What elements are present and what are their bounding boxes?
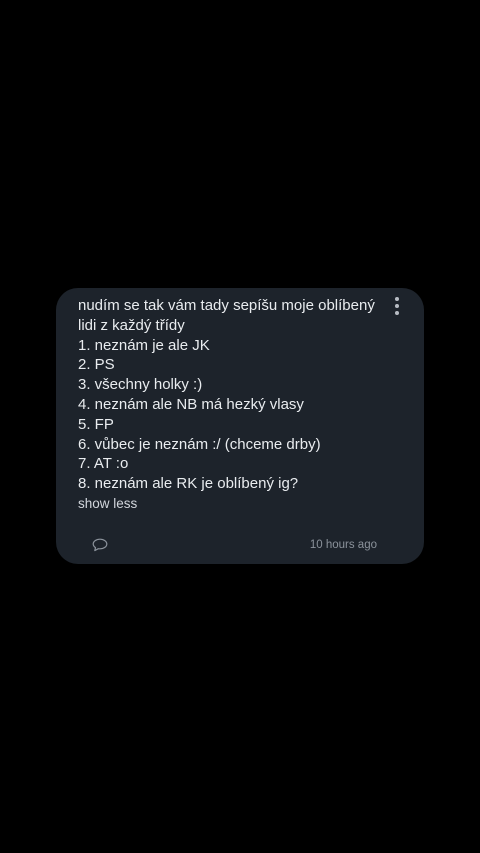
timestamp: 10 hours ago: [309, 539, 377, 551]
list-item: 6. vůbec je neznám :/ (chceme drby): [78, 435, 321, 453]
list-item: 8. neznám ale RK je oblíbený ig?: [78, 475, 299, 493]
menu-dot: [395, 297, 399, 301]
list-item: 2. PS: [78, 356, 115, 374]
list-item: 5. FP: [78, 415, 114, 433]
more-options-icon[interactable]: [390, 297, 404, 319]
list-item: 3. všechny holky :): [78, 376, 203, 394]
post-text: nudím se tak vám tady sepíšu moje oblíbe…: [78, 296, 388, 494]
menu-dot: [395, 311, 399, 315]
comment-icon[interactable]: [92, 538, 108, 552]
list-item: 7. AT :o: [78, 455, 129, 473]
screen: { "post": { "intro": "nudím se tak vám t…: [0, 0, 480, 853]
menu-dot: [395, 304, 399, 308]
show-less-link[interactable]: show less: [78, 496, 137, 511]
list-item: 4. neznám ale NB má hezký vlasy: [78, 395, 304, 413]
post-intro: nudím se tak vám tady sepíšu moje oblíbe…: [78, 297, 375, 334]
list-item: 1. neznám je ale JK: [78, 336, 210, 354]
post-card: nudím se tak vám tady sepíšu moje oblíbe…: [56, 288, 424, 564]
